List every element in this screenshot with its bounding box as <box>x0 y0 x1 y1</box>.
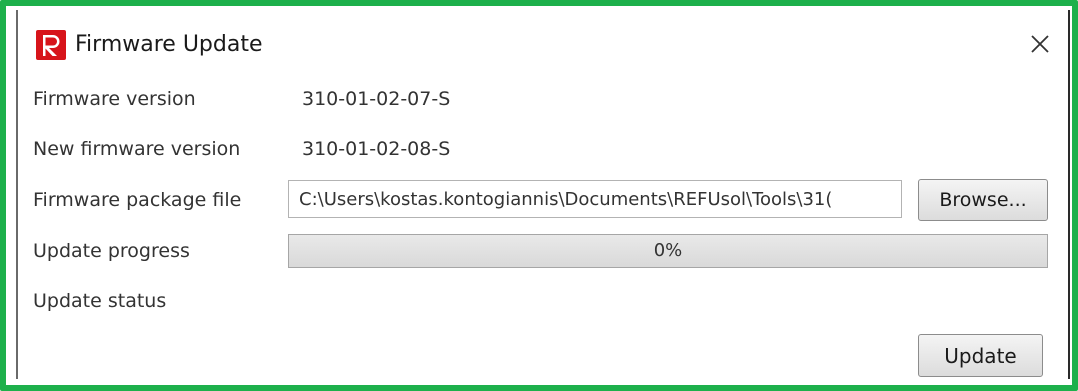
firmware-package-file-label: Firmware package file <box>33 189 242 211</box>
firmware-package-file-input[interactable] <box>288 180 902 218</box>
new-firmware-version-value: 310-01-02-08-S <box>302 138 451 160</box>
update-button[interactable]: Update <box>918 334 1043 377</box>
window-left-edge <box>16 10 18 379</box>
title-bar[interactable]: Firmware Update <box>26 22 1066 70</box>
update-status-label: Update status <box>33 290 167 312</box>
firmware-version-label: Firmware version <box>33 88 196 110</box>
browse-button[interactable]: Browse... <box>918 179 1048 221</box>
new-firmware-version-label: New firmware version <box>33 138 241 160</box>
update-progress-bar: 0% <box>288 234 1048 268</box>
close-button[interactable] <box>1020 24 1060 64</box>
window-title: Firmware Update <box>75 32 263 57</box>
firmware-version-value: 310-01-02-07-S <box>302 88 451 110</box>
progress-percent-text: 0% <box>653 240 683 261</box>
update-progress-label: Update progress <box>33 240 190 262</box>
close-icon <box>1031 35 1049 53</box>
window-right-edge <box>1068 10 1070 379</box>
refu-r-logo-icon <box>36 30 66 60</box>
